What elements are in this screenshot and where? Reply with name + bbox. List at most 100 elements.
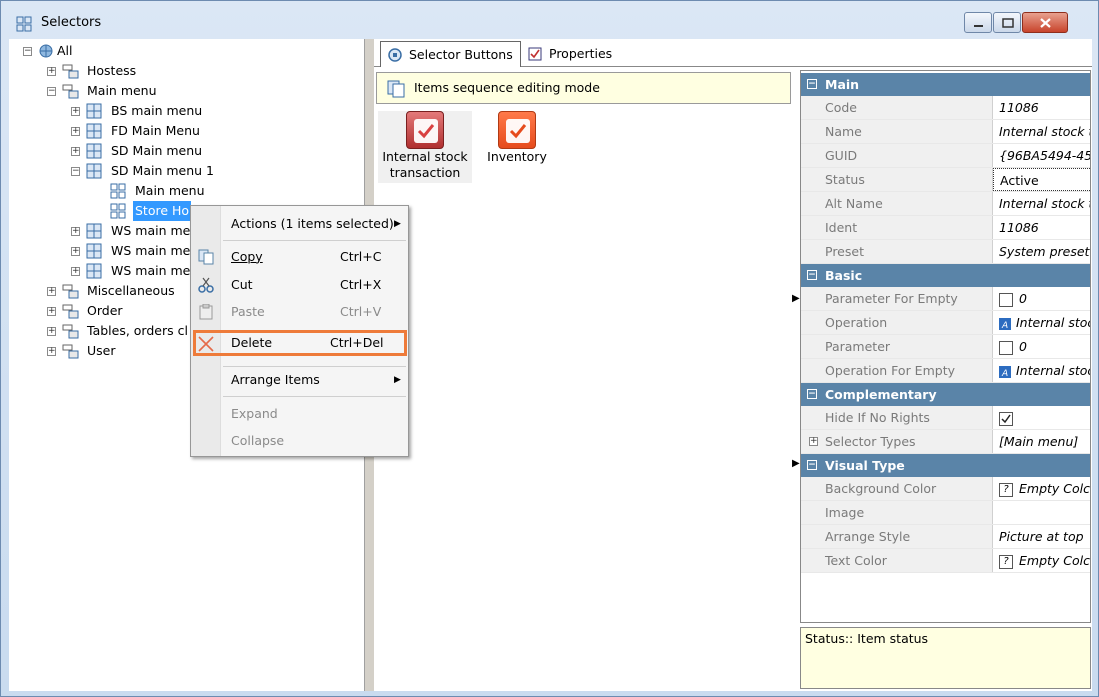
category-visual-type[interactable]: − Visual Type: [801, 454, 1090, 477]
prop-row-code[interactable]: Code 11086: [801, 96, 1090, 120]
grid-app-icon: [16, 16, 32, 32]
collapse-icon[interactable]: −: [807, 79, 817, 89]
prop-value[interactable]: {96BA5494-45: [993, 144, 1090, 167]
menu-item-label: Copy: [231, 249, 263, 264]
prop-value[interactable]: ? Empty Colc: [993, 477, 1090, 500]
menu-item-shortcut: Ctrl+X: [340, 277, 382, 292]
prop-row-operation-for-empty[interactable]: Operation For Empty A Internal stoc: [801, 359, 1090, 383]
prop-value[interactable]: 11086: [993, 216, 1090, 239]
expand-icon[interactable]: +: [47, 67, 56, 76]
expand-icon[interactable]: +: [47, 347, 56, 356]
collapse-icon[interactable]: −: [807, 270, 817, 280]
collapse-icon[interactable]: −: [807, 389, 817, 399]
category-basic[interactable]: − Basic: [801, 264, 1090, 287]
prop-value[interactable]: System preset: [993, 240, 1090, 263]
prop-value[interactable]: Internal stock t: [993, 120, 1090, 143]
tree-node-label: All: [57, 43, 73, 58]
collapse-icon[interactable]: −: [807, 460, 817, 470]
prop-row-status[interactable]: Status Active: [801, 168, 1090, 192]
tree-node-label: FD Main Menu: [111, 123, 200, 138]
menu-item-delete[interactable]: Delete Ctrl+Del: [193, 330, 407, 356]
expand-icon[interactable]: +: [47, 287, 56, 296]
minimize-button[interactable]: [964, 12, 992, 33]
prop-row-text-color[interactable]: Text Color? Empty Colc: [801, 549, 1090, 573]
operation-a-icon: A: [999, 365, 1011, 379]
selector-buttons-icon: [388, 48, 402, 62]
prop-row-hide-if-no-rights[interactable]: Hide If No Rights: [801, 406, 1090, 430]
expand-icon[interactable]: +: [809, 437, 818, 446]
prop-value[interactable]: A Internal stoc: [993, 359, 1090, 382]
selector-item-inventory[interactable]: Inventory: [476, 111, 558, 165]
prop-row-name[interactable]: Name Internal stock t: [801, 120, 1090, 144]
expand-icon[interactable]: +: [71, 107, 80, 116]
prop-value[interactable]: 0: [993, 335, 1090, 358]
expand-icon[interactable]: +: [71, 147, 80, 156]
prop-value[interactable]: [Main menu]: [993, 430, 1090, 453]
prop-value[interactable]: ? Empty Colc: [993, 549, 1090, 572]
prop-row-alt-name[interactable]: Alt Name Internal stock t: [801, 192, 1090, 216]
menu-item-collapse[interactable]: Collapse: [191, 428, 408, 454]
menu-item-label: Arrange Items: [231, 372, 320, 387]
client-area: − All + Hostess − Main menu + BS main me…: [9, 39, 1092, 691]
menu-item-copy[interactable]: Copy Ctrl+C: [191, 244, 408, 270]
prop-row-ident[interactable]: Ident 11086: [801, 216, 1090, 240]
tab-selector-buttons[interactable]: Selector Buttons: [380, 41, 521, 67]
prop-row-operation[interactable]: Operation A Internal stoc: [801, 311, 1090, 335]
prop-row-preset[interactable]: Preset System preset: [801, 240, 1090, 264]
window-title: Selectors: [41, 15, 102, 30]
prop-value[interactable]: A Internal stoc: [993, 311, 1090, 334]
category-main[interactable]: − Main: [801, 73, 1090, 96]
expand-icon[interactable]: +: [71, 267, 80, 276]
submenu-arrow-icon: ▶: [394, 219, 401, 229]
menu-item-expand[interactable]: Expand: [191, 401, 408, 427]
prop-row-arrange-style[interactable]: Arrange Style Picture at top: [801, 525, 1090, 549]
prop-row-selector-types[interactable]: Selector Types + [Main menu]: [801, 430, 1090, 454]
prop-value[interactable]: Active: [993, 168, 1090, 191]
prop-value-text: 0: [1019, 339, 1027, 354]
checkbox-unchecked-icon[interactable]: [999, 340, 1013, 355]
close-button[interactable]: [1022, 12, 1068, 33]
prop-value[interactable]: Picture at top: [993, 525, 1090, 548]
prop-name: Code: [801, 96, 993, 119]
prop-row-guid[interactable]: GUID {96BA5494-45: [801, 144, 1090, 168]
tree-node-label: WS main me: [111, 243, 191, 258]
property-grid[interactable]: − Main Code 11086 Name Internal stock t GUI…: [800, 70, 1091, 623]
menu-item-label: Delete: [231, 335, 273, 350]
checkbox-checked-icon[interactable]: [999, 411, 1013, 426]
tab-properties[interactable]: Properties: [521, 41, 616, 67]
expand-icon[interactable]: +: [71, 247, 80, 256]
prop-row-background-color[interactable]: Background Color? Empty Colc: [801, 477, 1090, 501]
selector-item-internal-stock[interactable]: Internal stock transaction: [378, 111, 472, 183]
expand-icon[interactable]: +: [71, 127, 80, 136]
chevron-right-icon[interactable]: ▶: [792, 293, 800, 304]
prop-value[interactable]: [993, 406, 1090, 429]
prop-row-parameter[interactable]: Parameter 0: [801, 335, 1090, 359]
expand-icon[interactable]: +: [47, 327, 56, 336]
tab-label: Selector Buttons: [409, 47, 513, 62]
prop-row-parameter-for-empty[interactable]: Parameter For Empty 0: [801, 287, 1090, 311]
prop-value[interactable]: [993, 501, 1090, 524]
collapse-icon[interactable]: −: [71, 167, 80, 176]
collapse-icon[interactable]: −: [23, 47, 32, 56]
expand-icon[interactable]: +: [71, 227, 80, 236]
expand-icon[interactable]: +: [47, 307, 56, 316]
maximize-button[interactable]: [993, 12, 1021, 33]
menu-item-arrange-items[interactable]: Arrange Items ▶: [191, 367, 408, 393]
prop-row-image[interactable]: Image: [801, 501, 1090, 525]
collapse-icon[interactable]: −: [47, 87, 56, 96]
properties-icon: [528, 47, 542, 61]
category-complementary[interactable]: − Complementary: [801, 383, 1090, 406]
chevron-right-icon[interactable]: ▶: [792, 458, 800, 469]
prop-value[interactable]: 11086: [993, 96, 1090, 119]
menu-item-paste[interactable]: Paste Ctrl+V: [191, 299, 408, 325]
prop-value[interactable]: 0: [993, 287, 1090, 310]
menu-item-cut[interactable]: Cut Ctrl+X: [191, 272, 408, 298]
menu-separator: [223, 240, 406, 241]
menu-item-shortcut: Ctrl+Del: [330, 335, 384, 350]
menu-item-label: Cut: [231, 277, 253, 292]
checkbox-unchecked-icon[interactable]: [999, 292, 1013, 307]
title-bar[interactable]: Selectors: [1, 1, 1098, 39]
menu-item-actions[interactable]: Actions (1 items selected) ▶: [191, 211, 408, 237]
prop-value[interactable]: Internal stock t: [993, 192, 1090, 215]
status-description: Status:: Item status: [800, 627, 1091, 689]
